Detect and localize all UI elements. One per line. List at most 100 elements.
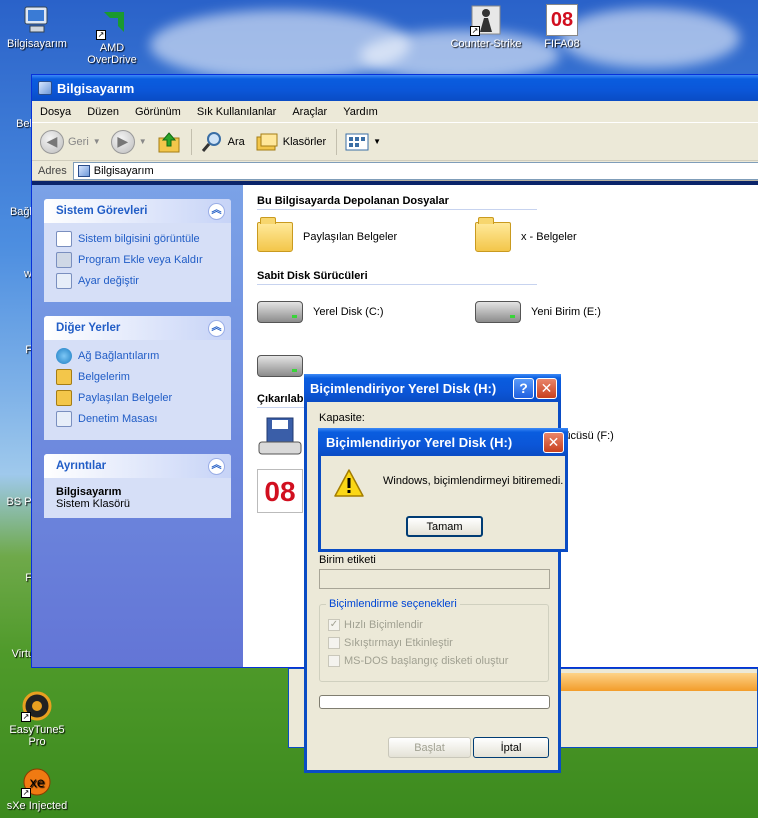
details-body: Bilgisayarım Sistem Klasörü: [44, 478, 231, 518]
desktop-icon-partial[interactable]: BS Pl: [0, 478, 34, 508]
task-link-label: Ayar değiştir: [78, 275, 139, 287]
error-message: Windows, biçimlendirmeyi bitiremedi.: [383, 475, 564, 487]
counter-strike-icon: ↗: [470, 4, 502, 36]
back-button[interactable]: ◀ Geri ▼: [40, 129, 101, 154]
easytune-icon: ↗: [21, 690, 53, 722]
task-pane: Sistem Görevleri ︽ Sistem bilgisini görü…: [32, 185, 243, 667]
ok-button[interactable]: Tamam: [406, 516, 483, 537]
system-tasks-body: Sistem bilgisini görüntüle Program Ekle …: [44, 223, 231, 302]
desktop-icon-fifa08[interactable]: 08 FIFA08: [522, 4, 602, 50]
item-label: Yeni Birim (E:): [531, 306, 601, 318]
start-button[interactable]: Başlat: [388, 737, 471, 758]
address-bar: Adres Bilgisayarım: [32, 161, 758, 181]
control-panel-icon: [56, 411, 72, 427]
up-folder-button[interactable]: [157, 130, 181, 154]
menu-sik-kullanilanlar[interactable]: Sık Kullanılanlar: [197, 106, 277, 118]
collapse-chevron-icon[interactable]: ︽: [208, 319, 225, 337]
cancel-button[interactable]: İptal: [473, 737, 549, 758]
desktop-icon-partial[interactable]: F: [0, 326, 32, 356]
desktop-icon-label: AMD OverDrive: [87, 42, 137, 66]
place-my-documents[interactable]: Belgelerim: [56, 369, 219, 385]
menu-araclar[interactable]: Araçlar: [292, 106, 327, 118]
close-button[interactable]: ✕: [543, 431, 564, 453]
hard-drive-icon: [475, 301, 521, 323]
enable-compression-checkbox[interactable]: Sıkıştırmayı Etkinleştir: [328, 637, 453, 649]
menu-duzen[interactable]: Düzen: [87, 106, 119, 118]
system-tasks-header[interactable]: Sistem Görevleri ︽: [44, 199, 231, 223]
task-link-label: Program Ekle veya Kaldır: [78, 254, 203, 266]
desktop-icon-label: Virtu: [11, 648, 34, 660]
explorer-titlebar[interactable]: Bilgisayarım: [32, 75, 758, 101]
volume-label-input[interactable]: [319, 569, 550, 589]
desktop-icon-easytune5[interactable]: ↗ EasyTune5 Pro: [0, 690, 77, 748]
desktop-icon-partial[interactable]: Bağl: [0, 190, 32, 218]
error-dialog-titlebar[interactable]: Biçimlendiriyor Yerel Disk (H:) ✕: [318, 428, 568, 456]
amd-overdrive-icon: ↗: [96, 8, 128, 40]
shortcut-arrow-icon: ↗: [470, 26, 480, 36]
menu-bar: Dosya Düzen Görünüm Sık Kullanılanlar Ar…: [32, 101, 758, 123]
collapse-chevron-icon[interactable]: ︽: [208, 457, 225, 475]
sxe-injected-icon: xe ↗: [21, 766, 53, 798]
desktop-icon-partial[interactable]: F: [0, 556, 32, 584]
checkbox-box: [328, 655, 340, 667]
documents-folder-icon: [56, 369, 72, 385]
list-item[interactable]: Yerel Disk (C:): [257, 301, 475, 323]
place-link-label: Denetim Masası: [78, 413, 158, 425]
place-network-connections[interactable]: Ağ Bağlantılarım: [56, 348, 219, 364]
desktop-icon-my-computer[interactable]: Bilgisayarım: [0, 4, 77, 50]
list-item[interactable]: x - Belgeler: [475, 217, 693, 252]
task-view-system-info[interactable]: Sistem bilgisini görüntüle: [56, 231, 219, 247]
desktop-icon-label: F: [25, 572, 32, 584]
desktop-icon-partial[interactable]: Virtu: [0, 632, 34, 660]
folder-icon: [56, 390, 72, 406]
menu-gorunum[interactable]: Görünüm: [135, 106, 181, 118]
address-input[interactable]: Bilgisayarım: [72, 161, 758, 180]
place-link-label: Belgelerim: [78, 371, 130, 383]
task-add-remove-programs[interactable]: Program Ekle veya Kaldır: [56, 252, 219, 268]
format-options-title: Biçimlendirme seçenekleri: [326, 598, 460, 610]
format-dialog-titlebar[interactable]: Biçimlendiriyor Yerel Disk (H:) ? ✕: [304, 374, 561, 402]
address-label: Adres: [38, 164, 67, 177]
error-dialog[interactable]: Biçimlendiriyor Yerel Disk (H:) ✕ Window…: [318, 428, 568, 552]
folders-label: Klasörler: [282, 135, 327, 148]
close-button[interactable]: ✕: [536, 377, 557, 399]
desktop-icon-partial[interactable]: Bel: [0, 100, 32, 130]
section-hard-disks: Sabit Disk Sürücüleri: [257, 270, 537, 285]
place-shared-documents[interactable]: Paylaşılan Belgeler: [56, 390, 219, 406]
list-item[interactable]: Paylaşılan Belgeler: [257, 217, 475, 252]
place-control-panel[interactable]: Denetim Masası: [56, 411, 219, 427]
task-change-setting[interactable]: Ayar değiştir: [56, 273, 219, 289]
forward-button[interactable]: ▶ ▼: [110, 129, 147, 154]
other-places-title: Diğer Yerler: [56, 322, 121, 334]
search-button[interactable]: Ara: [200, 130, 245, 154]
menu-yardim[interactable]: Yardım: [343, 106, 378, 118]
dropdown-arrow-icon: ▼: [138, 137, 147, 146]
views-button[interactable]: ▼: [345, 132, 381, 152]
other-places-header[interactable]: Diğer Yerler ︽: [44, 316, 231, 340]
toolbar: ◀ Geri ▼ ▶ ▼ Ara Klasörler ▼: [32, 123, 758, 161]
computer-icon: [21, 4, 53, 36]
volume-label-caption: Birim etiketi: [319, 554, 376, 566]
checkbox-label: MS-DOS başlangıç disketi oluştur: [344, 655, 509, 667]
folders-button[interactable]: Klasörler: [255, 130, 326, 154]
msdos-startup-disk-checkbox[interactable]: MS-DOS başlangıç disketi oluştur: [328, 655, 508, 667]
desktop-icon-label: w: [24, 268, 32, 280]
item-label: Paylaşılan Belgeler: [303, 231, 398, 243]
format-dialog-title: Biçimlendiriyor Yerel Disk (H:): [310, 380, 497, 396]
desktop-icon-amd-overdrive[interactable]: ↗ AMD OverDrive: [72, 8, 152, 66]
menu-dosya[interactable]: Dosya: [40, 106, 71, 118]
list-item[interactable]: Yeni Birim (E:): [475, 301, 693, 323]
capacity-label: Kapasite:: [319, 412, 365, 424]
checkbox-box: ✓: [328, 619, 340, 631]
desktop-icon-label: EasyTune5 Pro: [9, 724, 65, 748]
details-header[interactable]: Ayrıntılar ︽: [44, 454, 231, 478]
control-panel-icon: [56, 273, 72, 289]
collapse-chevron-icon[interactable]: ︽: [208, 202, 225, 220]
quick-format-checkbox[interactable]: ✓ Hızlı Biçimlendir: [328, 619, 423, 631]
place-link-label: Ağ Bağlantılarım: [78, 350, 160, 362]
desktop-icon-sxe-injected[interactable]: xe ↗ sXe Injected: [0, 766, 77, 812]
desktop-icon-partial[interactable]: w: [0, 250, 32, 280]
help-button[interactable]: ?: [513, 377, 534, 399]
shortcut-arrow-icon: ↗: [21, 788, 31, 798]
desktop-icon-counter-strike[interactable]: ↗ Counter-Strike: [446, 4, 526, 50]
